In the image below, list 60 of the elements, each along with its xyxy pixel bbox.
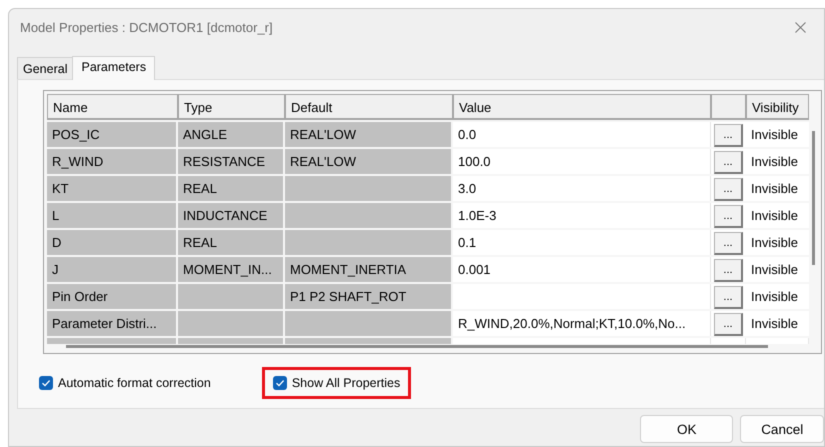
table-cell: REAL xyxy=(178,176,285,201)
table-cell: D xyxy=(47,230,178,255)
table-cell: Invisible xyxy=(746,257,809,282)
table-cell: REAL'LOW xyxy=(285,149,453,174)
value-field[interactable] xyxy=(453,284,711,309)
value-field[interactable]: R_WIND,20.0%,Normal;KT,10.0%,No... xyxy=(453,311,711,336)
checkbox-label[interactable]: Automatic format correction xyxy=(58,376,211,390)
tab[interactable]: Parameters xyxy=(72,56,156,80)
table-cell: L xyxy=(47,203,178,228)
table-cell: Invisible xyxy=(746,311,809,336)
value-field[interactable]: 3.0 xyxy=(453,176,711,201)
value-field[interactable]: 0.1 xyxy=(453,230,711,255)
table-cell: REAL xyxy=(178,230,285,255)
table-cell: REAL'LOW xyxy=(285,122,453,147)
browse-button[interactable]: ... xyxy=(714,124,743,147)
table-cell: Invisible xyxy=(746,203,809,228)
browse-button[interactable]: ... xyxy=(714,259,743,282)
table-cell: R_WIND xyxy=(47,149,178,174)
value-field[interactable]: 0.0 xyxy=(453,122,711,147)
column-header[interactable]: Default xyxy=(285,94,453,120)
table-cell: Invisible xyxy=(746,284,809,309)
close-icon[interactable] xyxy=(795,22,806,33)
table-cell: Invisible xyxy=(746,176,809,201)
column-header[interactable]: Name xyxy=(47,94,178,120)
browse-button[interactable]: ... xyxy=(714,313,743,336)
value-field[interactable]: 100.0 xyxy=(453,149,711,174)
checkbox[interactable] xyxy=(39,376,53,390)
browse-button[interactable]: ... xyxy=(714,286,743,309)
column-header[interactable]: Visibility xyxy=(746,94,809,120)
table-cell: INDUCTANCE xyxy=(178,203,285,228)
value-field[interactable]: 1.0E-3 xyxy=(453,203,711,228)
browse-button[interactable]: ... xyxy=(714,232,743,255)
window-title: Model Properties : DCMOTOR1 [dcmotor_r] xyxy=(20,20,273,35)
browse-button[interactable]: ... xyxy=(714,151,743,174)
browse-button[interactable]: ... xyxy=(714,178,743,201)
table-cell: Invisible xyxy=(746,149,809,174)
table-cell: ANGLE xyxy=(178,122,285,147)
dialog-button[interactable]: Cancel xyxy=(740,415,824,443)
tab[interactable]: General xyxy=(17,57,72,79)
value-field[interactable]: 0.001 xyxy=(453,257,711,282)
table-cell: Parameter Distri... xyxy=(47,311,178,336)
checkbox-label[interactable]: Show All Properties xyxy=(292,376,400,390)
table-cell: Invisible xyxy=(746,122,809,147)
table-cell: Invisible xyxy=(746,230,809,255)
table-cell: MOMENT_IN... xyxy=(178,257,285,282)
table-cell: RESISTANCE xyxy=(178,149,285,174)
table-cell: POS_IC xyxy=(47,122,178,147)
column-header xyxy=(711,94,746,120)
dialog-button[interactable]: OK xyxy=(640,415,734,443)
vertical-scrollbar[interactable] xyxy=(812,131,815,265)
table-cell: J xyxy=(47,257,178,282)
table-cell: P1 P2 SHAFT_ROT xyxy=(285,284,453,309)
horizontal-scrollbar[interactable] xyxy=(66,345,768,348)
table-cell: Pin Order xyxy=(47,284,178,309)
column-header[interactable]: Type xyxy=(178,94,285,120)
browse-button[interactable]: ... xyxy=(714,205,743,228)
table-cell: MOMENT_INERTIA xyxy=(285,257,453,282)
table-cell: KT xyxy=(47,176,178,201)
checkbox[interactable] xyxy=(272,376,287,390)
column-header[interactable]: Value xyxy=(453,94,711,120)
